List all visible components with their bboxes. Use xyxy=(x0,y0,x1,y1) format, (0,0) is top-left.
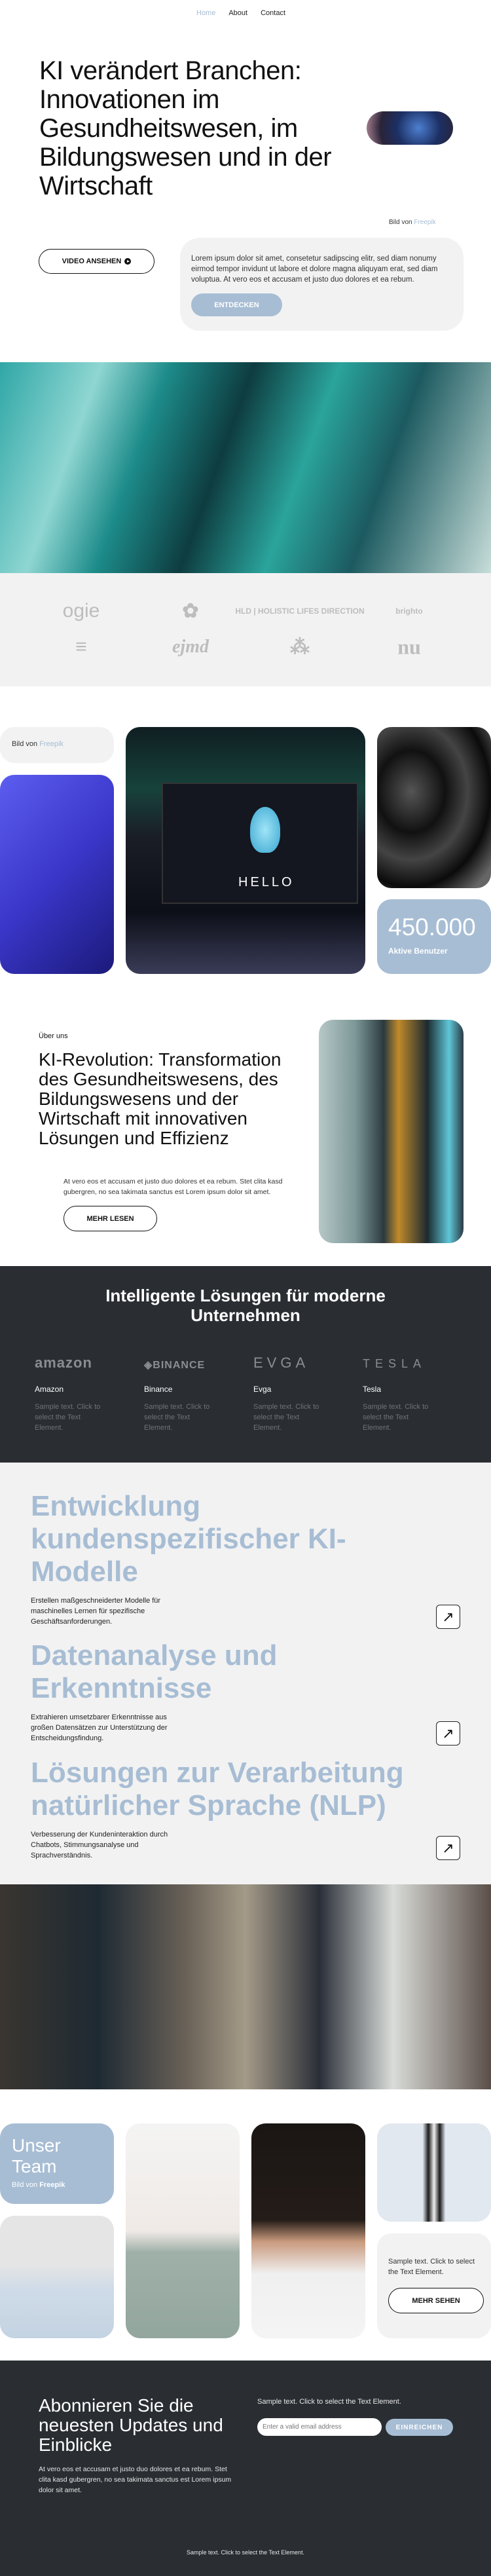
evga-logo: EVGA xyxy=(253,1354,310,1371)
watch-video-button[interactable]: VIDEO ANSEHEN xyxy=(39,249,155,274)
service-title: Datenanalyse und Erkenntnisse xyxy=(31,1639,278,1704)
credit-prefix: Bild von xyxy=(12,740,38,748)
nav-about[interactable]: About xyxy=(228,9,247,17)
ai-computer-image: HELLO xyxy=(126,727,365,974)
about-text: At vero eos et accusam et justo duo dolo… xyxy=(64,1178,283,1196)
subscribe-title: Abonnieren Sie die neuesten Updates und … xyxy=(39,2395,223,2455)
team-title: Unser Team xyxy=(12,2135,61,2176)
partner-name: Amazon xyxy=(35,1385,64,1394)
read-more-button[interactable]: MEHR LESEN xyxy=(64,1206,157,1231)
partner-name: Tesla xyxy=(363,1385,382,1394)
service-text: Extrahieren umsetzbarer Erkenntnisse aus… xyxy=(31,1713,168,1742)
submit-button[interactable]: EINREICHEN xyxy=(386,2419,453,2436)
arrow-up-right-icon[interactable]: ↗ xyxy=(436,1836,460,1860)
nav-contact[interactable]: Contact xyxy=(261,9,285,17)
service-title: Lösungen zur Verarbeitung natürlicher Sp… xyxy=(31,1757,404,1821)
tesla-logo: TESLA xyxy=(363,1357,427,1370)
hero-info-card: Lorem ipsum dolor sit amet, consetetur s… xyxy=(180,238,464,331)
freepik-link[interactable]: Freepik xyxy=(39,2181,65,2189)
freepik-link[interactable]: Freepik xyxy=(39,740,64,748)
about-eyebrow: Über uns xyxy=(39,1032,68,1040)
robot-helmet-image xyxy=(319,1020,464,1243)
holographic-head xyxy=(250,807,280,853)
logo-sphere: ≡ xyxy=(75,636,87,658)
team-member-photo xyxy=(126,2123,240,2338)
service-text: Verbesserung der Kundeninteraktion durch… xyxy=(31,1831,168,1859)
watch-video-label: VIDEO ANSEHEN xyxy=(62,257,122,265)
subscribe-section: Abonnieren Sie die neuesten Updates und … xyxy=(0,2361,491,2576)
logo-hld: HLD | HOLISTIC LIFES DIRECTION xyxy=(235,607,365,616)
team-title-card: Unser Team Bild von Freepik xyxy=(0,2123,114,2204)
image-credit: Bild von Freepik xyxy=(389,219,436,226)
nav-home[interactable]: Home xyxy=(196,9,215,17)
gallery-credit-card: Bild von Freepik xyxy=(0,727,114,763)
freepik-link[interactable]: Freepik xyxy=(414,219,435,226)
partner-name: Evga xyxy=(253,1385,272,1394)
service-title: Entwicklung kundenspezifischer KI-Modell… xyxy=(31,1490,346,1588)
screen-text: HELLO xyxy=(238,875,295,889)
robot-hand-image xyxy=(367,111,453,145)
logo-ogie: ogie xyxy=(62,600,100,622)
logo-nu: nu xyxy=(397,635,421,659)
discover-button[interactable]: ENTDECKEN xyxy=(191,293,282,316)
team-member-photo xyxy=(0,2216,114,2338)
play-icon xyxy=(124,258,132,265)
partner-text: Sample text. Click to select the Text El… xyxy=(144,1403,210,1432)
about-title: KI-Revolution: Transformation des Gesund… xyxy=(39,1049,282,1148)
service-text: Erstellen maßgeschneiderter Modelle für … xyxy=(31,1597,161,1626)
touch-screen-image xyxy=(0,775,114,974)
logo-flower: ✿ xyxy=(182,600,199,622)
email-input[interactable] xyxy=(257,2418,382,2436)
stat-value: 450.000 xyxy=(388,914,476,941)
subscribe-text: At vero eos et accusam et justo duo dolo… xyxy=(39,2465,232,2494)
arrow-up-right-icon[interactable]: ↗ xyxy=(436,1605,460,1629)
credit-prefix: Bild von xyxy=(389,219,412,226)
team-info-card: Sample text. Click to select the Text El… xyxy=(377,2233,491,2338)
logo-ejmd: ejmd xyxy=(172,637,209,657)
logo-brighto: brighto xyxy=(395,607,423,616)
team-member-photo xyxy=(251,2123,365,2338)
partner-name: Binance xyxy=(144,1385,173,1394)
arrow-up-right-icon[interactable]: ↗ xyxy=(436,1721,460,1745)
abstract-swirl-image xyxy=(377,727,491,888)
partner-text: Sample text. Click to select the Text El… xyxy=(253,1403,319,1432)
hero-title: KI verändert Branchen: Innovationen im G… xyxy=(39,56,332,200)
logo-dots: ⁂ xyxy=(290,636,310,658)
stat-card: 450.000 Aktive Benutzer xyxy=(377,899,491,974)
subscribe-side-text: Sample text. Click to select the Text El… xyxy=(257,2398,401,2406)
team-text: Sample text. Click to select the Text El… xyxy=(388,2258,475,2276)
robot-tablet-image xyxy=(0,1884,491,2089)
partner-text: Sample text. Click to select the Text El… xyxy=(363,1403,429,1432)
client-logos: ogie ✿ HLD | HOLISTIC LIFES DIRECTION br… xyxy=(0,573,491,686)
stat-label: Aktive Benutzer xyxy=(388,946,448,956)
see-more-button[interactable]: MEHR SEHEN xyxy=(388,2288,484,2313)
amazon-logo: amazon xyxy=(35,1354,92,1371)
footer-text: Sample text. Click to select the Text El… xyxy=(187,2549,304,2556)
binance-logo: ◈BINANCE xyxy=(144,1360,206,1371)
partners-title: Intelligente Lösungen für moderne Untern… xyxy=(105,1286,386,1325)
vr-headset-hero-image xyxy=(0,362,491,573)
top-nav: Home About Contact xyxy=(196,9,285,17)
team-member-photo xyxy=(377,2123,491,2222)
partner-text: Sample text. Click to select the Text El… xyxy=(35,1403,101,1432)
hero-text: Lorem ipsum dolor sit amet, consetetur s… xyxy=(191,255,438,284)
credit-prefix: Bild von xyxy=(12,2181,38,2189)
